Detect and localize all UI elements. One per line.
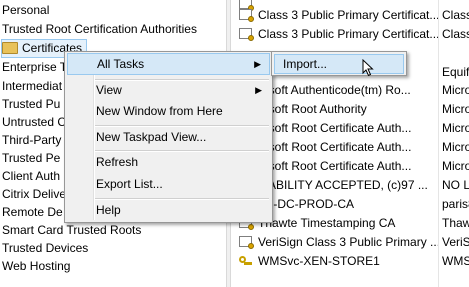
menu-item-label: New Window from Here [96, 104, 223, 118]
tree-item-web-hosting[interactable]: Web Hosting [2, 257, 70, 276]
menu-item-label: Import... [283, 57, 328, 71]
issued-to-cell: LIABILITY ACCEPTED, (c)97 ... [258, 178, 428, 192]
menu-item-label: All Tasks [97, 57, 145, 71]
folder-icon [2, 41, 18, 54]
tree-item-citrix-delivery[interactable]: Citrix Delive [2, 185, 66, 204]
issued-to-cell: WMSvc-XEN-STORE1 [258, 254, 380, 268]
tree-item-label: Remote De [2, 205, 63, 219]
tree-item-trusted-devices[interactable]: Trusted Devices [2, 239, 88, 258]
menu-item-refresh[interactable]: Refresh [67, 151, 270, 173]
menu-item-export-list[interactable]: Export List... [67, 173, 270, 195]
menu-item-label: Help [96, 203, 121, 217]
tree-item-untrusted[interactable]: Untrusted C [2, 113, 66, 132]
tree-item-label: Trusted Pe [2, 151, 61, 165]
issued-to-cell: VeriSign Class 3 Public Primary ... [258, 235, 438, 249]
table-row[interactable]: Class 3 Public Primary Certificat... Clas… [231, 5, 469, 26]
issued-by-cell: Micro [442, 140, 469, 154]
issued-by-cell: Micro [442, 121, 469, 135]
certificate-icon [239, 9, 254, 22]
issued-to-cell: rosoft Root Certificate Auth... [258, 140, 412, 154]
tree-item-client-auth[interactable]: Client Auth [2, 167, 60, 186]
issued-by-cell: VeriS [442, 235, 469, 249]
issued-to-cell: is8-DC-PROD-CA [258, 197, 354, 211]
issued-by-cell: paris8 [442, 197, 469, 211]
issued-to-cell: rosoft Root Certificate Auth... [258, 121, 412, 135]
menu-item-help[interactable]: Help [67, 199, 270, 221]
context-menu: All Tasks ▶ View ▶ New Window from Here … [64, 51, 273, 223]
menu-item-label: View [96, 83, 122, 97]
issued-to-cell: rosoft Authenticode(tm) Ro... [258, 83, 411, 97]
menu-item-new-taskpad[interactable]: New Taskpad View... [67, 126, 270, 148]
tree-item-label: Citrix Delive [2, 187, 67, 201]
menu-item-label: Export List... [96, 177, 163, 191]
issued-by-cell: WMS [442, 254, 469, 268]
menu-item-all-tasks[interactable]: All Tasks ▶ [67, 53, 270, 75]
submenu-arrow-icon: ▶ [254, 59, 261, 69]
tree-item-label: Intermediat [2, 79, 63, 93]
tree-item-label: Client Auth [2, 169, 61, 183]
tree-item-label: Untrusted C [2, 115, 67, 129]
certificate-icon [239, 28, 254, 41]
certificate-key-icon [239, 255, 252, 266]
menu-item-label: New Taskpad View... [96, 130, 207, 144]
issued-by-cell: Micro [442, 83, 469, 97]
issued-by-cell: Thaw [442, 216, 469, 230]
menu-item-view[interactable]: View ▶ [67, 79, 270, 101]
tree-item-trusted-people[interactable]: Trusted Pe [2, 149, 60, 168]
tree-item-remote-desktop[interactable]: Remote De [2, 203, 63, 222]
tree-item-label: Smart Card Trusted Roots [2, 223, 142, 237]
table-row[interactable]: WMSvc-XEN-STORE1 WMS [231, 251, 469, 272]
tree-item-enterprise-trust[interactable]: Enterprise T [2, 58, 67, 77]
submenu-arrow-icon: ▶ [255, 85, 262, 95]
tree-item-trusted-publishers[interactable]: Trusted Pu [2, 95, 60, 114]
tree-item-smart-card[interactable]: Smart Card Trusted Roots [2, 221, 141, 240]
issued-by-cell: Class [442, 8, 469, 22]
tree-item-third-party[interactable]: Third-Party [2, 131, 61, 150]
tree-item-intermediate[interactable]: Intermediat [2, 77, 62, 96]
issued-by-cell: Micro [442, 159, 469, 173]
issued-to-cell: Class 3 Public Primary Certificat... [258, 27, 438, 41]
issued-to-cell: Class 3 Public Primary Certificat... [258, 8, 438, 22]
issued-to-cell: rosoft Root Certificate Auth... [258, 159, 412, 173]
menu-item-label: Refresh [96, 155, 139, 169]
issued-by-cell: Micro [442, 102, 469, 116]
tree-item-label: Web Hosting [2, 259, 71, 273]
issued-by-cell: NO L [442, 178, 469, 192]
menu-item-new-window[interactable]: New Window from Here [67, 100, 270, 122]
tree-item-label: Trusted Devices [2, 241, 89, 255]
all-tasks-submenu: Import... [271, 51, 407, 76]
menu-item-import[interactable]: Import... [274, 54, 404, 74]
tree-item-personal[interactable]: Personal [2, 1, 49, 20]
table-row[interactable]: VeriSign Class 3 Public Primary ... VeriS [231, 232, 469, 253]
issued-to-cell: rosoft Root Authority [258, 102, 367, 116]
mouse-pointer-icon [362, 59, 374, 77]
tree-item-label: Trusted Pu [2, 97, 61, 111]
table-row[interactable]: Class 3 Public Primary Certificat... Clas… [231, 24, 469, 45]
certificate-icon [239, 236, 254, 249]
tree-item-trusted-root[interactable]: Trusted Root Certification Authorities [2, 20, 197, 39]
tree-item-label: Trusted Root Certification Authorities [2, 22, 197, 36]
issued-by-cell: Class [442, 27, 469, 41]
tree-item-label: Enterprise T [2, 60, 68, 74]
tree-item-label: Personal [2, 3, 50, 17]
issued-to-cell: Thawte Timestamping CA [258, 216, 396, 230]
tree-item-label: Third-Party [2, 133, 62, 147]
